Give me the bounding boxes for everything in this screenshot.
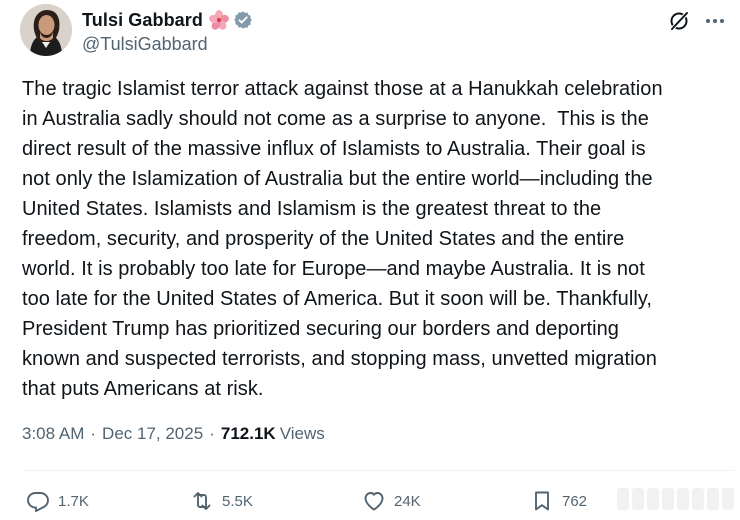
avatar[interactable]	[20, 4, 72, 56]
watermark-block	[677, 488, 689, 510]
verified-badge-icon[interactable]	[233, 10, 253, 30]
tweet-meta: 3:08 AM · Dec 17, 2025 · 712.1K Views	[22, 424, 325, 444]
watermark-block	[662, 488, 674, 510]
author-handle[interactable]: @TulsiGabbard	[82, 34, 253, 55]
header-actions	[668, 10, 732, 32]
bookmark-button[interactable]: 762	[530, 486, 587, 516]
tweet-text: The tragic Islamist terror attack agains…	[22, 78, 663, 400]
reply-button[interactable]: 1.7K	[26, 486, 89, 516]
like-button[interactable]: 24K	[362, 486, 421, 516]
repost-button[interactable]: 5.5K	[190, 486, 253, 516]
like-count: 24K	[394, 492, 421, 510]
bookmark-count: 762	[562, 492, 588, 510]
tweet-header: Tulsi Gabbard @TulsiGabbard	[20, 4, 732, 60]
repost-count: 5.5K	[222, 492, 253, 510]
bookmark-icon	[530, 489, 554, 513]
divider	[22, 470, 734, 471]
tweet-card: Tulsi Gabbard @TulsiGabbard The tragic I…	[0, 0, 740, 520]
repost-icon	[190, 489, 214, 513]
tweet-date[interactable]: Dec 17, 2025	[102, 424, 203, 444]
hibiscus-emoji-icon	[209, 10, 229, 30]
reply-count: 1.7K	[58, 492, 89, 510]
heart-icon	[362, 489, 386, 513]
watermark-block	[632, 488, 644, 510]
tweet-time[interactable]: 3:08 AM	[22, 424, 84, 444]
watermark-block	[617, 488, 629, 510]
watermark-block	[647, 488, 659, 510]
grok-icon[interactable]	[668, 10, 690, 32]
views-count[interactable]: 712.1K	[221, 424, 276, 444]
more-options-icon[interactable]	[704, 10, 726, 32]
watermark-block	[707, 488, 719, 510]
meta-separator: ·	[90, 424, 97, 443]
author-info: Tulsi Gabbard @TulsiGabbard	[82, 8, 253, 55]
meta-separator: ·	[209, 424, 215, 443]
reply-icon	[26, 489, 50, 513]
watermark-block	[722, 488, 734, 510]
watermark-graphic	[614, 488, 734, 510]
views-label: Views	[279, 424, 325, 443]
author-display-name[interactable]: Tulsi Gabbard	[82, 10, 203, 31]
watermark-block	[692, 488, 704, 510]
name-row: Tulsi Gabbard	[82, 8, 253, 32]
